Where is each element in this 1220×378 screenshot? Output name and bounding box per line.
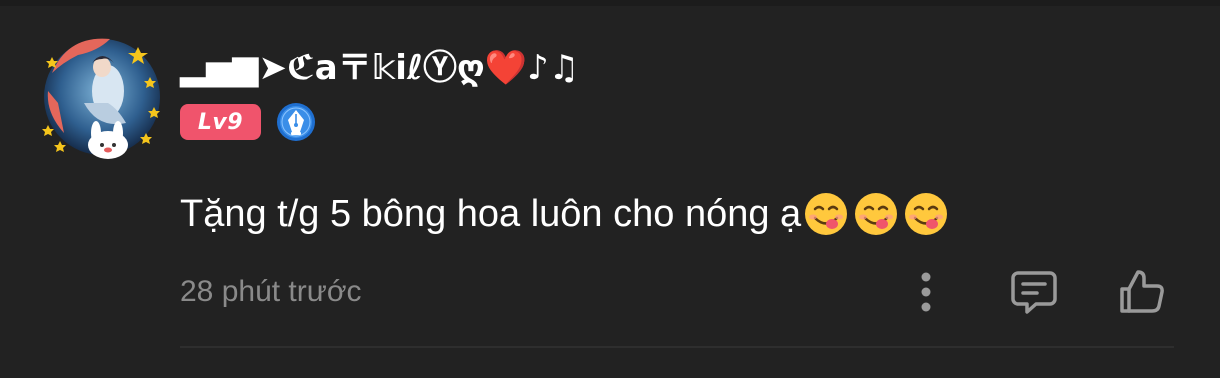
more-options-button[interactable] xyxy=(898,264,954,320)
avatar-image xyxy=(42,38,160,159)
comment-icon xyxy=(1011,271,1057,314)
reply-button[interactable] xyxy=(1006,264,1062,320)
emoji-group xyxy=(803,191,953,237)
face-savoring-food-emoji xyxy=(855,193,898,235)
comment-text: Tặng t/g 5 bông hoa luôn cho nóng ạ xyxy=(180,186,953,242)
comment-divider xyxy=(180,346,1174,348)
user-badges: Lv9 xyxy=(180,103,316,141)
like-button[interactable] xyxy=(1113,264,1169,320)
comment-item: ▂▅▆➤ℭa〒𝕜iℓⓎღ❤️♪♫ Lv9 Tặng t/g 5 bông hoa… xyxy=(0,0,1220,378)
avatar[interactable] xyxy=(38,33,166,161)
username[interactable]: ▂▅▆➤ℭa〒𝕜iℓⓎღ❤️♪♫ xyxy=(180,40,579,96)
more-vertical-icon xyxy=(921,272,931,312)
level-badge: Lv9 xyxy=(180,104,261,140)
face-savoring-food-emoji xyxy=(805,193,848,235)
comment-timestamp: 28 phút trước xyxy=(180,275,362,308)
pen-nib-icon xyxy=(276,102,316,142)
thumbs-up-icon xyxy=(1120,270,1164,313)
comment-body: Tặng t/g 5 bông hoa luôn cho nóng ạ xyxy=(180,193,802,235)
face-savoring-food-emoji xyxy=(905,193,948,235)
